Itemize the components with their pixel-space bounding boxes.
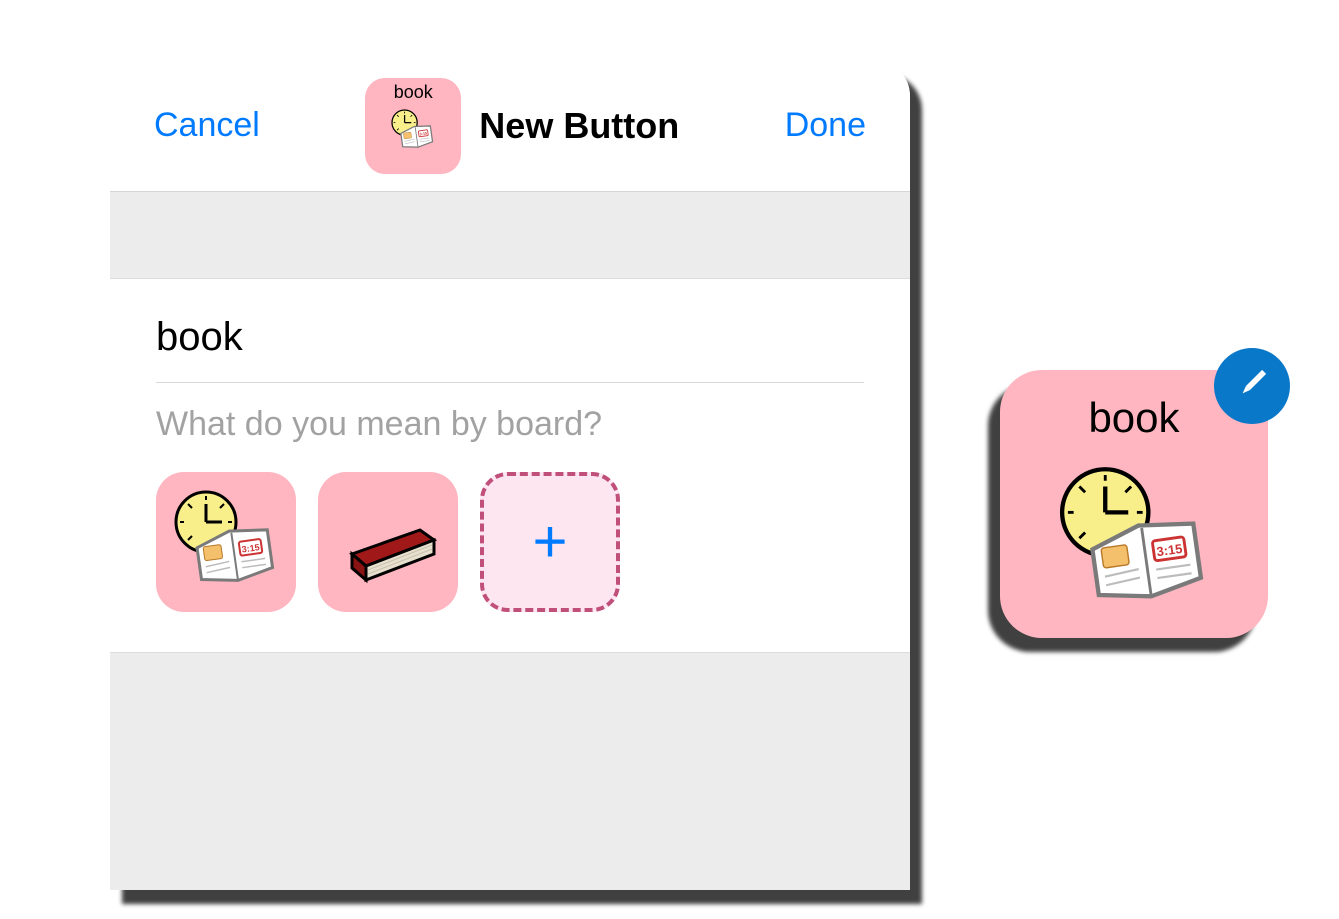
icon-option-clock-book[interactable] — [156, 472, 296, 612]
clock-book-icon — [388, 105, 438, 158]
clock-book-icon — [1048, 452, 1221, 630]
done-button[interactable]: Done — [785, 106, 866, 145]
button-label-input[interactable] — [156, 309, 864, 383]
cancel-button[interactable]: Cancel — [154, 106, 260, 145]
modal-title: New Button — [479, 105, 679, 147]
button-preview-tile[interactable]: book — [1000, 370, 1268, 638]
header-preview-label: book — [394, 82, 433, 103]
preview-label: book — [1088, 394, 1179, 442]
icon-options-row: + — [156, 472, 864, 612]
red-book-icon — [328, 480, 448, 605]
icon-option-red-book[interactable] — [318, 472, 458, 612]
new-button-modal: Cancel book New Button Done What do you … — [110, 60, 910, 890]
add-icon-button[interactable]: + — [480, 472, 620, 612]
clock-book-icon — [166, 480, 286, 605]
header-preview-tile[interactable]: book — [365, 78, 461, 174]
modal-header: Cancel book New Button Done — [110, 60, 910, 192]
meaning-prompt: What do you mean by board? — [156, 405, 864, 444]
plus-icon: + — [532, 512, 567, 572]
pencil-icon — [1233, 365, 1271, 408]
edit-button[interactable] — [1214, 348, 1290, 424]
header-center: book New Button — [365, 78, 679, 174]
form-area: What do you mean by board? + — [110, 278, 910, 653]
